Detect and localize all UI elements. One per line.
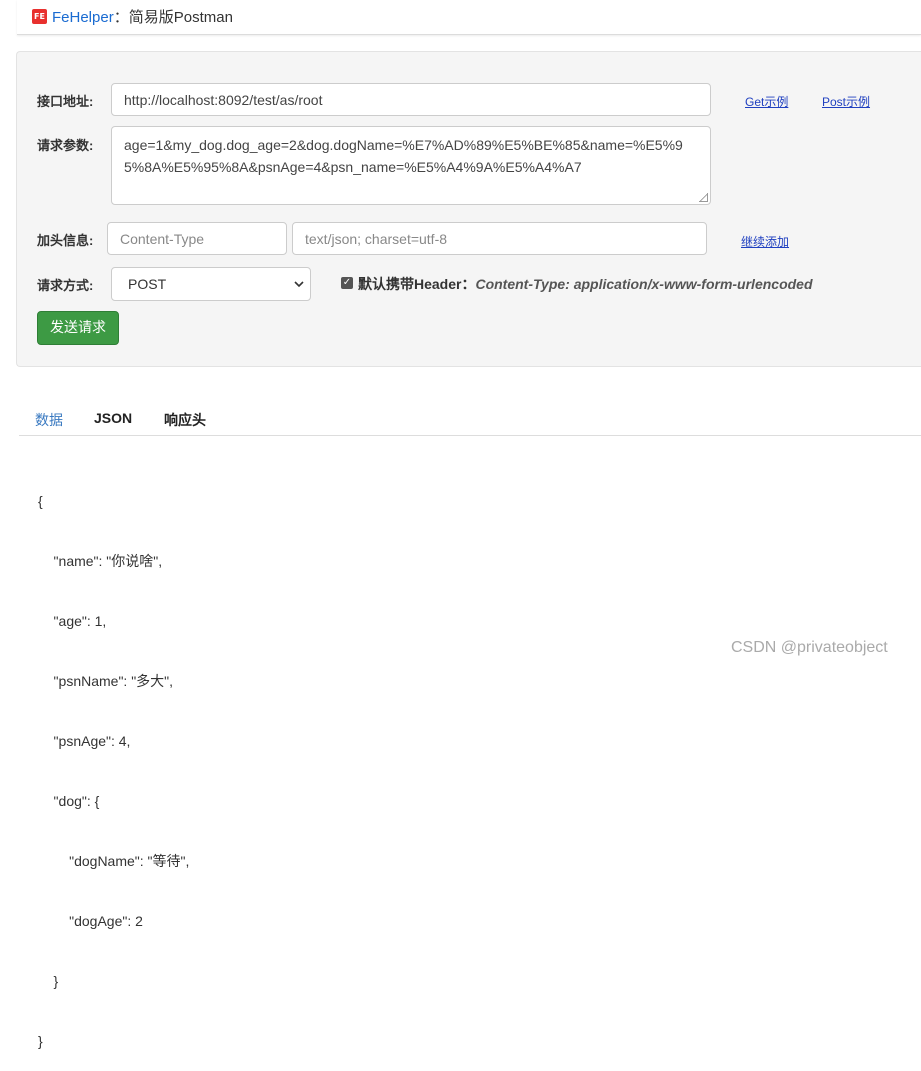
default-header-label: 默认携带Header：Content-Type: application/x-w… bbox=[358, 274, 813, 294]
tab-response-headers[interactable]: 响应头 bbox=[164, 410, 206, 430]
response-tabs: 数据 JSON 响应头 bbox=[19, 399, 921, 436]
default-header-value: Content-Type: application/x-www-form-url… bbox=[475, 276, 813, 292]
add-header-link[interactable]: 继续添加 bbox=[741, 233, 789, 250]
json-line: "name": "你说啥", bbox=[38, 553, 163, 569]
json-line: "age": 1, bbox=[38, 613, 107, 629]
watermark: CSDN @privateobject bbox=[731, 639, 888, 656]
method-label: 请求方式: bbox=[37, 278, 94, 293]
json-line: } bbox=[38, 1033, 43, 1049]
url-label: 接口地址: bbox=[37, 94, 94, 109]
json-line: "dogName": "等待", bbox=[38, 853, 190, 869]
method-value: POST bbox=[128, 276, 167, 292]
header-value-input[interactable]: text/json; charset=utf-8 bbox=[292, 222, 707, 255]
send-request-button[interactable]: 发送请求 bbox=[37, 311, 119, 345]
app-title: FeHelper：简易版Postman bbox=[52, 6, 233, 27]
header-key-input[interactable]: Content-Type bbox=[107, 222, 287, 255]
params-text: age=1&my_dog.dog_age=2&dog.dogName=%E7%A… bbox=[124, 137, 683, 175]
default-header-checkbox[interactable]: ✓ bbox=[341, 277, 353, 289]
json-line: "dogAge": 2 bbox=[38, 913, 143, 929]
json-line: } bbox=[38, 973, 59, 989]
tab-data[interactable]: 数据 bbox=[35, 410, 63, 430]
json-line: "psnName": "多大", bbox=[38, 673, 174, 689]
url-input[interactable]: http://localhost:8092/test/as/root bbox=[111, 83, 711, 116]
chevron-down-icon bbox=[294, 281, 304, 288]
brand-name: FeHelper bbox=[52, 9, 114, 26]
response-body: { "name": "你说啥", "age": 1, "psnName": "多… bbox=[38, 451, 189, 1071]
resize-handle-icon[interactable] bbox=[699, 193, 708, 202]
brand-separator: ： bbox=[113, 9, 129, 26]
fehelper-logo-icon: FE bbox=[32, 9, 47, 24]
method-select[interactable]: POST bbox=[111, 267, 311, 301]
tab-json[interactable]: JSON bbox=[94, 410, 132, 426]
params-textarea[interactable]: age=1&my_dog.dog_age=2&dog.dogName=%E7%A… bbox=[111, 126, 711, 205]
get-example-link[interactable]: Get示例 bbox=[745, 93, 788, 110]
post-example-link[interactable]: Post示例 bbox=[822, 93, 870, 110]
json-line: "dog": { bbox=[38, 793, 100, 809]
json-line: "psnAge": 4, bbox=[38, 733, 131, 749]
brand-subtitle: 简易版Postman bbox=[128, 9, 233, 26]
default-header-title: 默认携带Header： bbox=[358, 276, 476, 292]
app-header: FE FeHelper：简易版Postman bbox=[17, 0, 921, 35]
json-line: { bbox=[38, 493, 43, 509]
header-label: 加头信息: bbox=[37, 233, 94, 248]
params-label: 请求参数: bbox=[37, 138, 94, 153]
